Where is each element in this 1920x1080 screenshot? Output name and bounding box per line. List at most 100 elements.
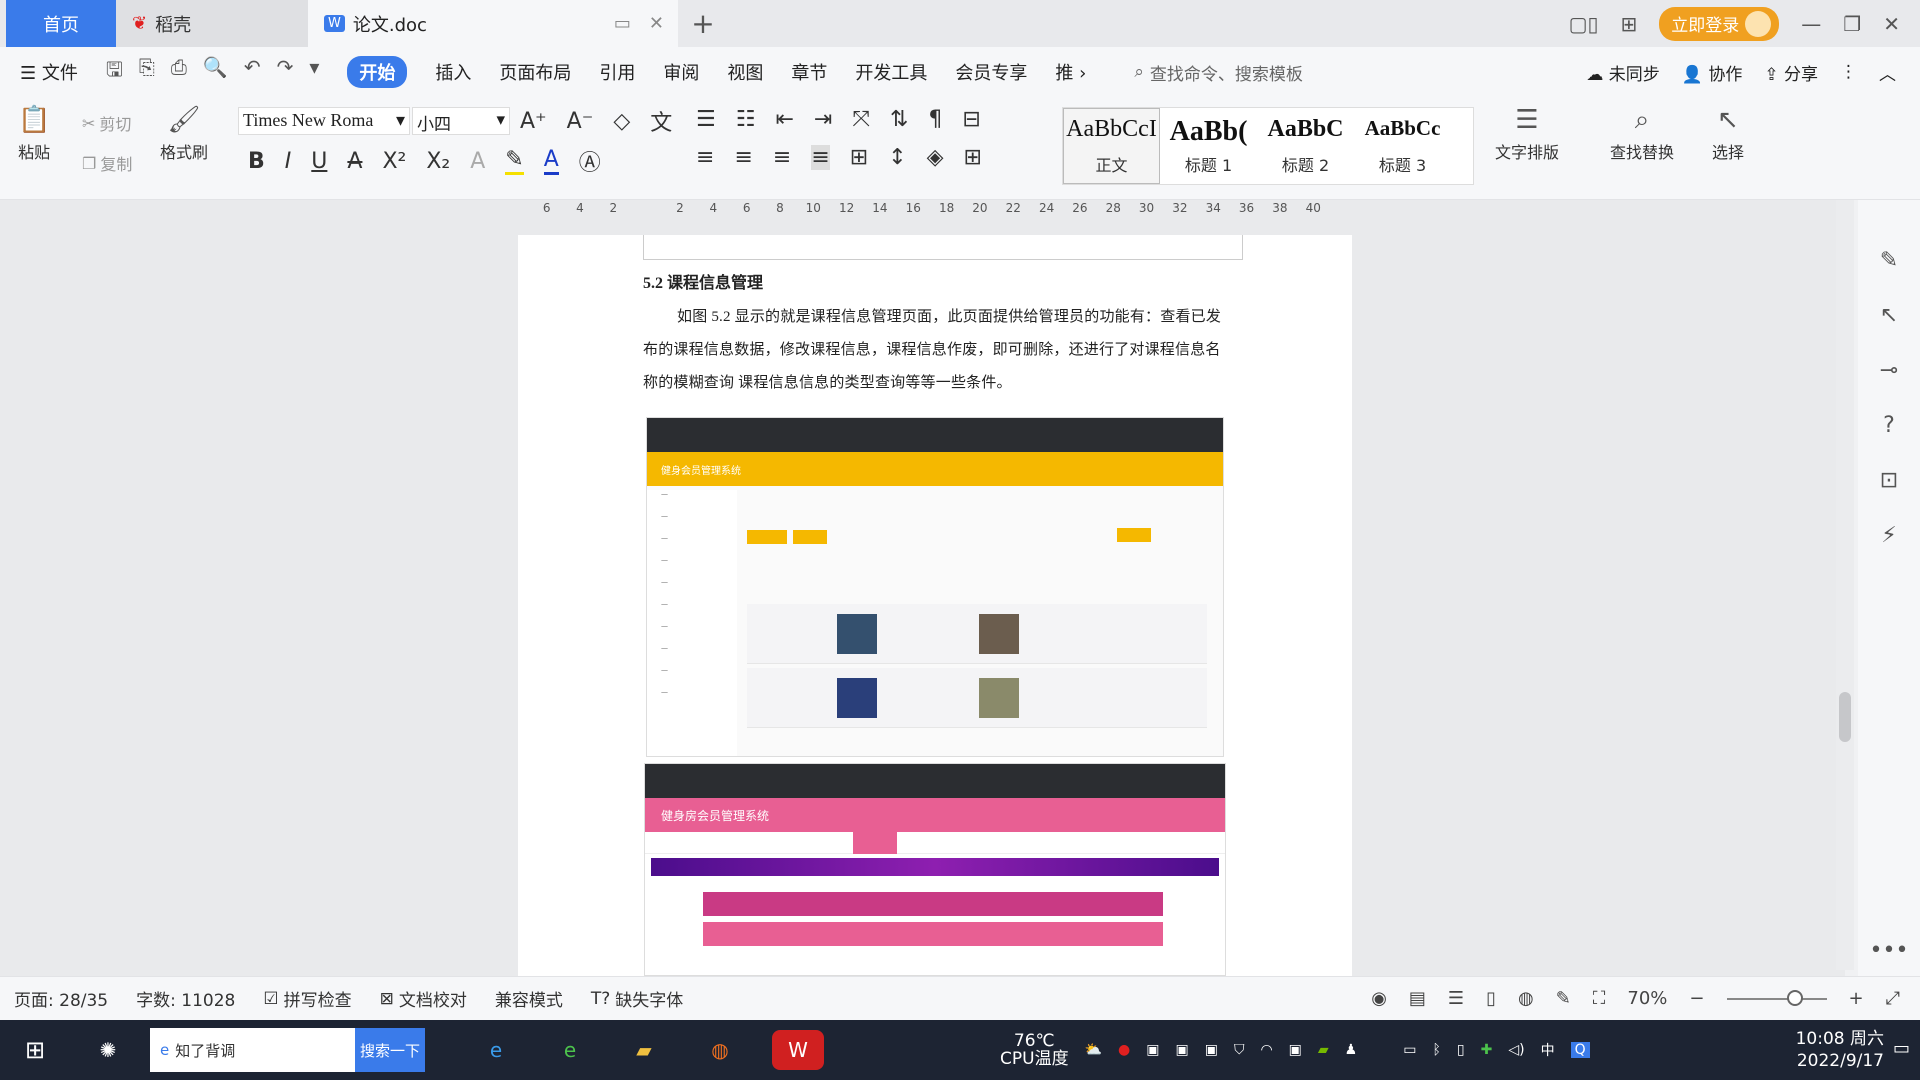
shield-icon[interactable]: ⛉: [1234, 1042, 1245, 1058]
new-tab-button[interactable]: +: [678, 0, 728, 47]
document-page[interactable]: 5.2 课程信息管理 如图 5.2 显示的就是课程信息管理页面，此页面提供给管理…: [518, 235, 1352, 976]
superscript-icon[interactable]: X²: [382, 149, 406, 174]
internet-explorer-icon[interactable]: e: [476, 1030, 516, 1070]
format-painter-button[interactable]: 🖌 格式刷: [160, 105, 208, 163]
more-icon[interactable]: ⋮: [1840, 62, 1857, 82]
scrollbar-thumb[interactable]: [1839, 692, 1851, 742]
show-marks-icon[interactable]: ¶: [928, 107, 942, 132]
page-view-icon[interactable]: ▤: [1409, 988, 1426, 1009]
pen-icon[interactable]: ✎: [1880, 248, 1898, 273]
font-name-select[interactable]: Times New Roma ▾: [238, 107, 410, 135]
help-icon[interactable]: ?: [1883, 413, 1895, 438]
document-canvas[interactable]: 5.2 课程信息管理 如图 5.2 显示的就是课程信息管理页面，此页面提供给管理…: [0, 200, 1845, 976]
word-count[interactable]: 字数: 11028: [136, 986, 235, 1011]
weather-icon[interactable]: ⛅: [1085, 1042, 1102, 1058]
share-button[interactable]: ⇪ 分享: [1764, 60, 1818, 85]
game-app-icon[interactable]: ◍: [700, 1030, 740, 1070]
collapse-ribbon-icon[interactable]: ︿: [1879, 60, 1896, 85]
tab-home[interactable]: 首页: [6, 0, 116, 47]
more-dots-icon[interactable]: •••: [1870, 938, 1909, 963]
align-right-icon[interactable]: ≡: [773, 145, 791, 170]
layout-icon[interactable]: ▢▯: [1569, 12, 1599, 36]
ime-indicator[interactable]: 中: [1541, 1040, 1555, 1060]
bluetooth-icon[interactable]: ᛒ: [1432, 1042, 1440, 1058]
taskbar-search-button[interactable]: 搜索一下: [355, 1028, 425, 1072]
read-view-icon[interactable]: ▯: [1486, 988, 1496, 1009]
nvidia-icon[interactable]: ▰: [1318, 1042, 1329, 1058]
indent-icon[interactable]: ⇥: [814, 107, 832, 132]
menu-tab-more[interactable]: 推 ›: [1055, 59, 1086, 85]
monitor-icon[interactable]: ▭: [614, 13, 631, 34]
spell-check-button[interactable]: ☑ 拼写检查: [263, 986, 351, 1012]
print-icon[interactable]: ⎙: [171, 55, 187, 89]
taskbar-search-input[interactable]: e 知了背调: [150, 1028, 355, 1072]
shrink-font-icon[interactable]: A⁻: [567, 109, 594, 134]
zoom-out-icon[interactable]: −: [1689, 988, 1704, 1009]
style-heading-3[interactable]: AaBbCc 标题 3: [1354, 108, 1451, 184]
tray-app-icon[interactable]: ▣: [1146, 1042, 1159, 1058]
minimize-icon[interactable]: —: [1801, 12, 1821, 36]
figure-course-management[interactable]: 健身会员管理系统 — — — — — — — — — —: [646, 417, 1224, 757]
browser-360-icon[interactable]: e: [550, 1030, 590, 1070]
menu-tab-layout[interactable]: 页面布局: [499, 59, 571, 85]
text-layout-button[interactable]: ☰ 文字排版: [1495, 105, 1559, 163]
close-tab-icon[interactable]: ✕: [649, 13, 664, 34]
customize-icon[interactable]: ▾: [309, 55, 319, 89]
menu-tab-references[interactable]: 引用: [599, 59, 635, 85]
tray-app-icon[interactable]: ✚: [1481, 1042, 1493, 1058]
image-search-icon[interactable]: ⊡: [1880, 468, 1898, 493]
command-search[interactable]: ⌕ 查找命令、搜索模板: [1134, 60, 1303, 85]
collab-button[interactable]: 👤 协作: [1682, 60, 1743, 85]
redo-icon[interactable]: ↷: [277, 55, 294, 89]
close-window-icon[interactable]: ✕: [1883, 12, 1900, 36]
proofread-button[interactable]: ⊠ 文档校对: [380, 986, 467, 1012]
outdent-icon[interactable]: ⇤: [775, 107, 793, 132]
subscript-icon[interactable]: X₂: [426, 149, 450, 174]
borders-icon[interactable]: ⊞: [964, 145, 982, 170]
file-explorer-icon[interactable]: ▰: [624, 1030, 664, 1070]
paste-button[interactable]: 📋 粘贴: [18, 105, 50, 163]
adjust-icon[interactable]: ⊸: [1880, 358, 1898, 383]
tab-daoke[interactable]: ❦ 稻壳: [116, 0, 308, 47]
char-border-icon[interactable]: Ⓐ: [579, 145, 601, 177]
file-menu[interactable]: ☰ 文件: [20, 59, 78, 85]
sort-icon[interactable]: ⇅: [890, 107, 908, 132]
outline-view-icon[interactable]: ☰: [1448, 988, 1464, 1009]
restore-icon[interactable]: ❐: [1843, 12, 1861, 36]
style-heading-2[interactable]: AaBbC 标题 2: [1257, 108, 1354, 184]
zoom-slider-knob[interactable]: [1786, 989, 1803, 1006]
line-spacing-icon[interactable]: ↕: [888, 145, 906, 170]
horizontal-ruler[interactable]: 6 4 2 2 4 6 8 10 12 14 16 18 20 22 24 26 28 30 32 34 36 38 40: [530, 201, 1330, 223]
copy-button[interactable]: ❐ 复制: [82, 151, 132, 175]
phonetic-icon[interactable]: 文: [650, 105, 672, 137]
style-normal[interactable]: AaBbCcI 正文: [1063, 108, 1160, 184]
clear-format-icon[interactable]: ◇: [613, 109, 630, 134]
tray-app-icon[interactable]: Q: [1570, 1042, 1590, 1058]
bold-icon[interactable]: B: [248, 149, 265, 174]
underline-icon[interactable]: U: [311, 149, 327, 174]
justify-icon[interactable]: ≡: [811, 145, 830, 170]
fit-icon[interactable]: ⛶: [1593, 988, 1606, 1009]
tab-icon[interactable]: ⊟: [962, 107, 980, 132]
shading-icon[interactable]: ◈: [927, 145, 944, 170]
align-center-icon[interactable]: ≡: [734, 145, 752, 170]
cursor-icon[interactable]: ↖: [1880, 303, 1898, 328]
select-button[interactable]: ↖ 选择: [1712, 105, 1744, 163]
edit-icon[interactable]: ✎: [1556, 988, 1571, 1009]
cut-button[interactable]: ✂ 剪切: [82, 111, 131, 135]
page-indicator[interactable]: 页面: 28/35: [14, 986, 108, 1011]
find-replace-button[interactable]: ⌕ 查找替换: [1610, 105, 1674, 163]
pinwheel-icon[interactable]: ✺: [88, 1030, 128, 1070]
strikethrough-icon[interactable]: A: [347, 149, 362, 174]
lightning-icon[interactable]: ⚡: [1881, 523, 1896, 548]
style-heading-1[interactable]: AaBb(标题 1: [1160, 108, 1257, 184]
numbered-list-icon[interactable]: ☷: [736, 107, 756, 132]
figure-gym-home[interactable]: 健身房会员管理系统: [644, 763, 1226, 976]
menu-tab-insert[interactable]: 插入: [435, 59, 471, 85]
tray-app-icon[interactable]: ▣: [1289, 1042, 1302, 1058]
battery-icon[interactable]: ▭: [1403, 1042, 1416, 1058]
undo-icon[interactable]: ↶: [244, 55, 261, 89]
tray-app-icon[interactable]: ▣: [1205, 1042, 1218, 1058]
sync-button[interactable]: ☁ 未同步: [1586, 60, 1659, 85]
font-size-select[interactable]: 小四 ▾: [412, 107, 510, 135]
